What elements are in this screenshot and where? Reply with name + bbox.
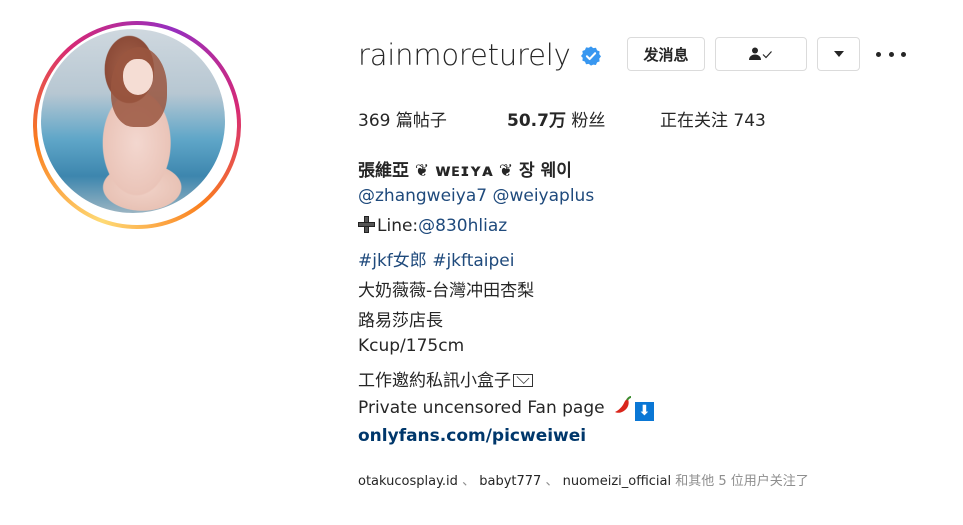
followed-by-account[interactable]: babyt777	[479, 474, 541, 489]
bio-text-line-mail: 工作邀約私訊小盒子	[358, 366, 533, 391]
chili-pepper-icon	[615, 396, 632, 413]
following-count-value: 743	[733, 111, 766, 131]
message-button[interactable]: 发消息	[627, 37, 705, 71]
more-horizontal-icon[interactable]	[876, 44, 906, 64]
down-arrow-icon: ⬇	[635, 402, 655, 421]
followed-by-suffix: 和其他 5 位用户关注了	[675, 474, 809, 489]
person-check-icon	[749, 47, 772, 60]
line-prefix: Line:	[377, 216, 419, 236]
profile-full-name: 張維亞 ❦ ᴡᴇɪʏᴀ ❦ 장 웨이	[358, 161, 572, 181]
dot	[888, 51, 894, 57]
caret-down-icon	[833, 51, 844, 57]
dot	[901, 51, 906, 57]
dot	[876, 51, 881, 57]
mention-link[interactable]: @zhangweiya7	[358, 186, 487, 206]
bio-text: Private uncensored Fan page	[358, 398, 605, 418]
bio-line-contact: Line:@830hliaz	[358, 216, 507, 236]
bio-text-line: Kcup/175cm	[358, 336, 465, 356]
profile-avatar-ring[interactable]	[33, 21, 241, 229]
bio-text-line: 路易莎店長	[358, 311, 443, 331]
avatar[interactable]	[41, 29, 225, 213]
followed-by-summary[interactable]: otakucosplay.id 、 babyt777 、 nuomeizi_of…	[358, 470, 809, 489]
line-id-link[interactable]: @830hliaz	[418, 216, 507, 236]
bio-mentions: @zhangweiya7 @weiyaplus	[358, 186, 594, 206]
following-count-label: 正在关注	[660, 111, 728, 131]
separator: 、	[462, 474, 476, 489]
plus-icon	[358, 216, 375, 233]
bio-hashtags: #jkf女郎 #jkftaipei	[358, 246, 514, 271]
following-count[interactable]: 正在关注 743	[660, 106, 766, 131]
hashtag-link[interactable]: #jkftaipei	[432, 251, 514, 271]
verified-badge-icon	[581, 46, 601, 66]
bio-text-line: 大奶薇薇-台灣冲田杏梨	[358, 281, 535, 301]
envelope-icon	[513, 374, 533, 387]
posts-count-value: 369	[358, 111, 391, 131]
posts-count: 369 篇帖子	[358, 106, 447, 131]
bio-text-line-fanpage: Private uncensored Fan page ⬇	[358, 396, 655, 421]
followed-by-account[interactable]: nuomeizi_official	[563, 474, 672, 489]
followed-by-account[interactable]: otakucosplay.id	[358, 474, 458, 489]
hashtag-link[interactable]: #jkf女郎	[358, 251, 427, 271]
separator: 、	[545, 474, 559, 489]
avatar-face-shape	[123, 59, 153, 95]
profile-website-link[interactable]: onlyfans.com/picweiwei	[358, 426, 586, 446]
following-button[interactable]	[715, 37, 807, 71]
bio-text: 工作邀約私訊小盒子	[358, 371, 511, 391]
profile-username: rainmoreturely	[358, 38, 571, 72]
followers-count-value: 50.7万	[507, 111, 566, 131]
posts-count-label: 篇帖子	[395, 111, 447, 131]
followers-count[interactable]: 50.7万 粉丝	[507, 106, 605, 131]
suggested-accounts-button[interactable]	[817, 37, 860, 71]
mention-link[interactable]: @weiyaplus	[492, 186, 594, 206]
followers-count-label: 粉丝	[571, 111, 606, 131]
